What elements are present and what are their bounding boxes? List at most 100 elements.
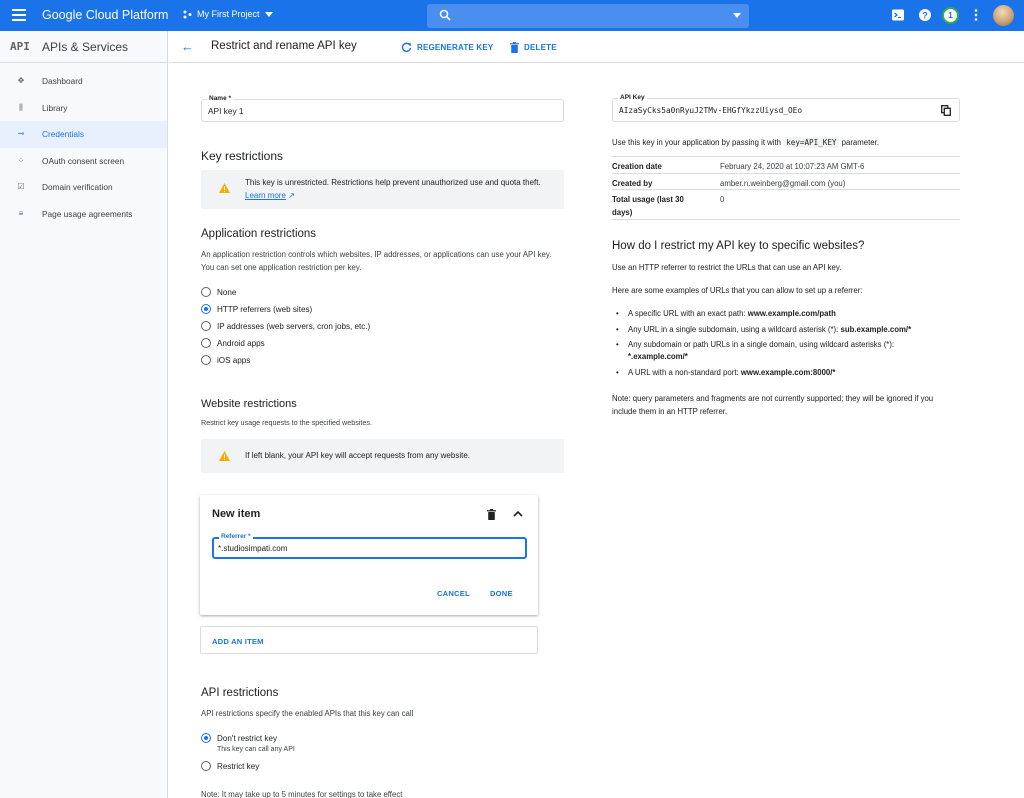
referrer-input[interactable]: Referrer * *.studiosimpati.com <box>212 533 527 559</box>
example-url: *.example.com/* <box>628 352 688 361</box>
search-dropdown-icon[interactable] <box>733 13 741 18</box>
search-input[interactable] <box>427 4 749 28</box>
done-button[interactable]: DONE <box>490 589 513 598</box>
radio-sublabel: This key can call any API <box>217 746 295 753</box>
sidebar-title: APIs & Services <box>42 40 129 54</box>
cloud-shell-icon[interactable] <box>891 8 905 22</box>
usage-suffix: parameter. <box>841 138 879 147</box>
api-key-usage-text: Use this key in your application by pass… <box>612 137 879 150</box>
key-details-table: Creation date February 24, 2020 at 10:07… <box>612 156 960 220</box>
sidebar-item-oauth-consent-screen[interactable]: ⁘ OAuth consent screen <box>0 148 167 175</box>
sidebar-item-dashboard[interactable]: ✥ Dashboard <box>0 68 167 95</box>
add-item-label: ADD AN ITEM <box>212 637 264 646</box>
page-title: Restrict and rename API key <box>211 40 357 52</box>
detail-key: Total usage (last 30 days) <box>612 195 684 217</box>
notifications-badge[interactable]: 1 <box>942 7 959 24</box>
radio-none[interactable]: None <box>201 287 236 297</box>
application-restrictions-title: Application restrictions <box>201 228 317 240</box>
radio-dont-restrict-key[interactable]: Don't restrict key <box>201 733 277 743</box>
radio-http-referrers[interactable]: HTTP referrers (web sites) <box>201 304 312 314</box>
radio-label: None <box>217 287 237 297</box>
warning-icon <box>219 451 230 461</box>
trash-icon <box>510 42 519 53</box>
project-name: My First Project <box>197 9 260 19</box>
sidebar-item-label: Credentials <box>42 129 84 140</box>
key-restrictions-title: Key restrictions <box>201 149 284 163</box>
list-item: A specific URL with an exact path: www.e… <box>612 308 952 320</box>
radio-label: Restrict key <box>217 761 260 771</box>
regenerate-key-button[interactable]: REGENERATE KEY <box>401 42 493 53</box>
project-icon <box>183 10 192 18</box>
radio-android-apps[interactable]: Android apps <box>201 338 265 348</box>
svg-text:?: ? <box>922 10 928 20</box>
list-item: Any subdomain or path URLs in a single d… <box>612 339 942 363</box>
application-restrictions-description: An application restriction controls whic… <box>201 250 552 272</box>
radio-button[interactable] <box>201 287 211 297</box>
trash-icon[interactable] <box>487 509 496 520</box>
top-bar: Google Cloud Platform My First Project ?… <box>0 0 1024 31</box>
sidebar-item-domain-verification[interactable]: ☑ Domain verification <box>0 174 167 201</box>
name-field[interactable]: Name * API key 1 <box>201 95 564 122</box>
website-restrictions-title: Website restrictions <box>201 398 297 410</box>
unrestricted-warning-text: This key is unrestricted. Restrictions h… <box>245 177 550 202</box>
radio-button[interactable] <box>201 355 211 365</box>
sidebar-item-library[interactable]: ⫼ Library <box>0 95 167 122</box>
sidebar-item-credentials[interactable]: ⊸ Credentials <box>0 121 167 148</box>
referrer-value: *.studiosimpati.com <box>218 544 288 553</box>
cancel-button[interactable]: CANCEL <box>437 589 470 598</box>
warning-icon <box>219 183 230 193</box>
project-selector[interactable]: My First Project <box>183 9 273 19</box>
domain-verification-icon: ☑ <box>17 182 25 192</box>
usage-code: key=API_KEY <box>783 137 840 148</box>
radio-ios-apps[interactable]: iOS apps <box>201 355 250 365</box>
list-item: A URL with a non-standard port: www.exam… <box>612 367 952 379</box>
search-icon <box>439 9 451 21</box>
avatar[interactable] <box>993 5 1014 26</box>
chevron-down-icon <box>264 11 273 17</box>
example-url: sub.example.com/* <box>840 324 912 334</box>
detail-row-total-usage: Total usage (last 30 days) 0 <box>612 189 960 220</box>
radio-ip-addresses[interactable]: IP addresses (web servers, cron jobs, et… <box>201 321 370 331</box>
help-examples-intro: Here are some examples of URLs that you … <box>612 286 863 295</box>
radio-label: HTTP referrers (web sites) <box>217 304 313 314</box>
menu-icon[interactable] <box>10 6 28 24</box>
oauth-icon: ⁘ <box>17 155 25 165</box>
usage-prefix: Use this key in your application by pass… <box>612 138 782 147</box>
external-link-icon: ↗ <box>285 190 295 200</box>
sidebar-item-page-usage-agreements[interactable]: ≡ Page usage agreements <box>0 201 167 228</box>
example-url: www.example.com:8000/* <box>740 367 836 377</box>
delete-label: DELETE <box>524 43 557 52</box>
detail-value: 0 <box>720 195 725 204</box>
api-restrictions-description: API restrictions specify the enabled API… <box>201 709 414 718</box>
delete-button[interactable]: DELETE <box>510 42 557 53</box>
radio-button[interactable] <box>201 761 211 771</box>
radio-button[interactable] <box>201 321 211 331</box>
learn-more-link[interactable]: Learn more <box>245 191 286 200</box>
help-icon[interactable]: ? <box>918 8 932 22</box>
radio-label: IP addresses (web servers, cron jobs, et… <box>217 321 371 331</box>
copy-icon[interactable] <box>941 105 951 116</box>
detail-key: Creation date <box>612 162 662 171</box>
detail-value: February 24, 2020 at 10:07:23 AM GMT-6 <box>720 162 865 171</box>
more-vert-icon[interactable] <box>973 8 979 22</box>
new-item-title: New item <box>212 508 261 520</box>
api-logo: API <box>10 40 30 53</box>
radio-button[interactable] <box>201 304 211 314</box>
name-field-value: API key 1 <box>208 106 244 116</box>
help-title: How do I restrict my API key to specific… <box>612 240 865 252</box>
brand-title[interactable]: Google Cloud Platform <box>42 8 168 22</box>
radio-button[interactable] <box>201 338 211 348</box>
sidebar-item-label: Library <box>42 102 68 113</box>
sidebar-item-label: Dashboard <box>42 76 83 87</box>
referrer-label: Referrer * <box>219 533 253 540</box>
back-arrow-icon[interactable]: ← <box>181 39 194 54</box>
refresh-icon <box>401 42 412 52</box>
sidebar-item-label: OAuth consent screen <box>42 155 125 166</box>
website-restrictions-description: Restrict key usage requests to the speci… <box>201 418 372 427</box>
chevron-up-icon[interactable] <box>513 510 523 517</box>
blank-warning: If left blank, your API key will accept … <box>201 439 564 473</box>
add-item-button[interactable]: ADD AN ITEM <box>200 626 538 654</box>
radio-button[interactable] <box>201 733 211 743</box>
radio-restrict-key[interactable]: Restrict key <box>201 761 259 771</box>
api-key-field[interactable]: API Key AIzaSyCks5a0nRyuJ2TMv-EHGfYkzzUi… <box>612 94 960 122</box>
